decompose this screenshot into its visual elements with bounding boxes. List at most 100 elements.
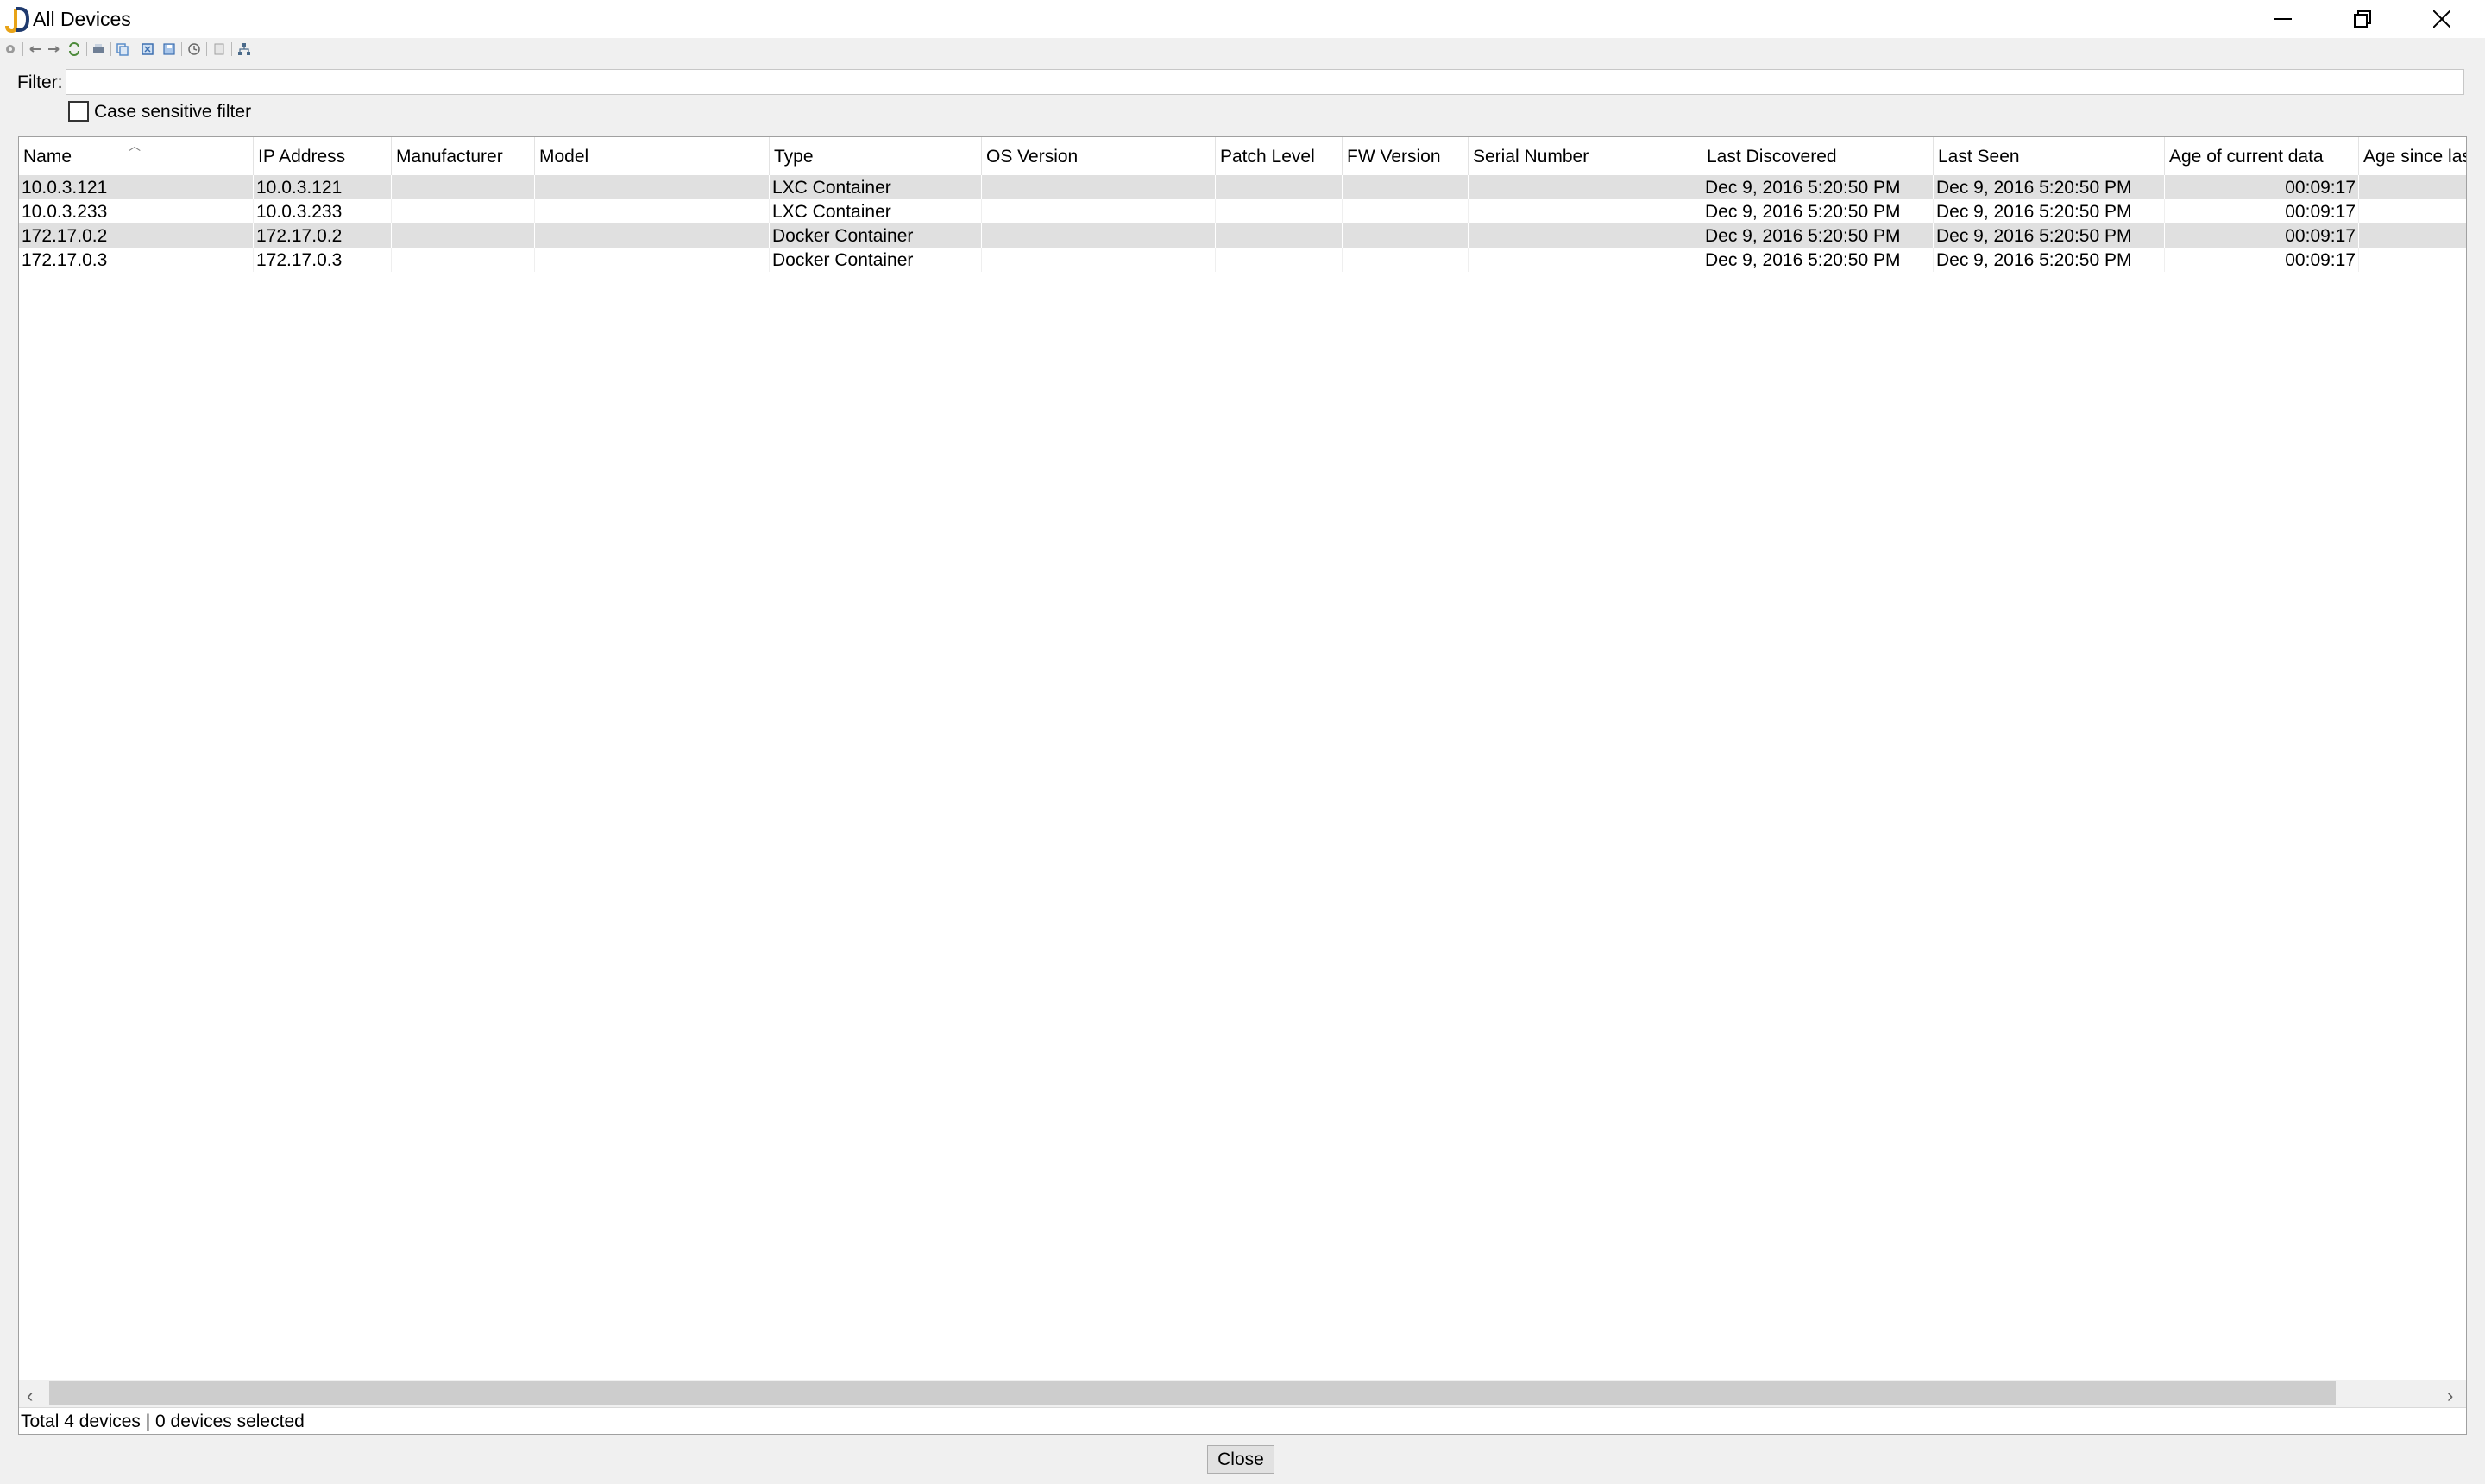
cell-name: 172.17.0.2 — [19, 223, 254, 248]
devices-table: ︿ Name IP Address Manufacturer Model Typ… — [18, 136, 2467, 1435]
column-header-last-seen[interactable]: Last Seen — [1934, 137, 2165, 175]
cell-last-seen: Dec 9, 2016 5:20:50 PM — [1934, 175, 2165, 199]
cell-fw-version — [1343, 223, 1469, 248]
restore-icon — [2354, 10, 2371, 28]
case-sensitive-label: Case sensitive filter — [94, 102, 252, 122]
scrollbar-thumb[interactable] — [49, 1381, 2336, 1405]
settings-icon[interactable] — [3, 42, 17, 56]
horizontal-scrollbar[interactable]: ‹ › — [19, 1380, 2466, 1407]
close-window-button[interactable] — [2402, 0, 2482, 38]
column-header-patch-level[interactable]: Patch Level — [1216, 137, 1343, 175]
case-sensitive-checkbox[interactable] — [68, 101, 89, 122]
table-row[interactable]: 10.0.3.121 10.0.3.121 LXC Container Dec … — [19, 175, 2466, 199]
toolbar-separator — [110, 42, 111, 56]
cell-ip-address: 10.0.3.121 — [254, 175, 392, 199]
cell-model — [535, 175, 770, 199]
cell-age-of-current-data: 00:09:17 — [2165, 248, 2359, 272]
cell-last-seen: Dec 9, 2016 5:20:50 PM — [1934, 248, 2165, 272]
column-header-os-version[interactable]: OS Version — [982, 137, 1216, 175]
cell-type: LXC Container — [770, 199, 982, 223]
minimize-button[interactable] — [2243, 0, 2323, 38]
filter-input[interactable] — [66, 69, 2464, 95]
copy-icon[interactable] — [116, 42, 129, 56]
cell-manufacturer — [392, 175, 535, 199]
table-row[interactable]: 172.17.0.2 172.17.0.2 Docker Container D… — [19, 223, 2466, 248]
export-icon[interactable] — [141, 42, 154, 56]
cell-last-seen: Dec 9, 2016 5:20:50 PM — [1934, 223, 2165, 248]
cell-name: 10.0.3.233 — [19, 199, 254, 223]
cell-ip-address: 10.0.3.233 — [254, 199, 392, 223]
cell-age-since-last — [2359, 223, 2466, 248]
column-header-serial-number[interactable]: Serial Number — [1469, 137, 1702, 175]
column-header-manufacturer[interactable]: Manufacturer — [392, 137, 535, 175]
toolbar-separator — [22, 42, 23, 56]
close-icon — [2433, 10, 2450, 28]
jd-app-logo-icon — [5, 7, 29, 33]
cell-patch-level — [1216, 248, 1343, 272]
cell-type: Docker Container — [770, 223, 982, 248]
cell-last-discovered: Dec 9, 2016 5:20:50 PM — [1702, 248, 1934, 272]
table-row[interactable]: 172.17.0.3 172.17.0.3 Docker Container D… — [19, 248, 2466, 272]
cell-age-of-current-data: 00:09:17 — [2165, 199, 2359, 223]
cell-model — [535, 223, 770, 248]
network-icon[interactable] — [237, 42, 251, 56]
cell-fw-version — [1343, 175, 1469, 199]
cell-os-version — [982, 223, 1216, 248]
column-header-type[interactable]: Type — [770, 137, 982, 175]
cell-last-discovered: Dec 9, 2016 5:20:50 PM — [1702, 175, 1934, 199]
toolbar-separator — [206, 42, 207, 56]
scroll-left-icon[interactable]: ‹ — [27, 1385, 33, 1407]
cell-last-discovered: Dec 9, 2016 5:20:50 PM — [1702, 223, 1934, 248]
cell-fw-version — [1343, 199, 1469, 223]
cell-serial-number — [1469, 199, 1702, 223]
table-row[interactable]: 10.0.3.233 10.0.3.233 LXC Container Dec … — [19, 199, 2466, 223]
column-header-age-of-current-data[interactable]: Age of current data — [2165, 137, 2359, 175]
filter-label: Filter: — [17, 72, 63, 92]
save-icon[interactable] — [162, 42, 176, 56]
cell-patch-level — [1216, 199, 1343, 223]
cell-type: Docker Container — [770, 248, 982, 272]
cell-age-since-last — [2359, 199, 2466, 223]
cell-last-discovered: Dec 9, 2016 5:20:50 PM — [1702, 199, 1934, 223]
refresh-icon[interactable] — [67, 42, 81, 56]
column-header-last-discovered[interactable]: Last Discovered — [1702, 137, 1934, 175]
cell-manufacturer — [392, 248, 535, 272]
cell-fw-version — [1343, 248, 1469, 272]
window-title: All Devices — [33, 8, 131, 30]
column-header-fw-version[interactable]: FW Version — [1343, 137, 1469, 175]
forward-icon[interactable] — [47, 42, 60, 56]
cell-os-version — [982, 199, 1216, 223]
column-header-name[interactable]: Name — [19, 137, 254, 175]
scroll-right-icon[interactable]: › — [2447, 1385, 2453, 1407]
column-header-age-since-last[interactable]: Age since last — [2359, 137, 2466, 175]
cell-age-since-last — [2359, 248, 2466, 272]
close-button[interactable]: Close — [1207, 1445, 1274, 1474]
column-header-model[interactable]: Model — [535, 137, 770, 175]
cell-name: 172.17.0.3 — [19, 248, 254, 272]
status-text: Total 4 devices | 0 devices selected — [21, 1412, 305, 1431]
cell-os-version — [982, 248, 1216, 272]
back-icon[interactable] — [28, 42, 42, 56]
restore-button[interactable] — [2323, 0, 2402, 38]
cell-ip-address: 172.17.0.2 — [254, 223, 392, 248]
schedule-icon[interactable] — [187, 42, 201, 56]
cell-age-since-last — [2359, 175, 2466, 199]
cell-age-of-current-data: 00:09:17 — [2165, 175, 2359, 199]
cell-model — [535, 199, 770, 223]
toolbar-separator — [86, 42, 87, 56]
print-icon[interactable] — [91, 42, 105, 56]
column-header-ip-address[interactable]: IP Address — [254, 137, 392, 175]
cell-serial-number — [1469, 175, 1702, 199]
cell-last-seen: Dec 9, 2016 5:20:50 PM — [1934, 199, 2165, 223]
table-header: ︿ Name IP Address Manufacturer Model Typ… — [19, 137, 2466, 175]
toolbar-separator — [181, 42, 182, 56]
toolbar — [0, 38, 2485, 60]
cell-serial-number — [1469, 248, 1702, 272]
minimize-icon — [2274, 18, 2292, 20]
cell-os-version — [982, 175, 1216, 199]
cell-age-of-current-data: 00:09:17 — [2165, 223, 2359, 248]
cell-ip-address: 172.17.0.3 — [254, 248, 392, 272]
report-icon[interactable] — [212, 42, 226, 56]
toolbar-separator — [231, 42, 232, 56]
cell-model — [535, 248, 770, 272]
